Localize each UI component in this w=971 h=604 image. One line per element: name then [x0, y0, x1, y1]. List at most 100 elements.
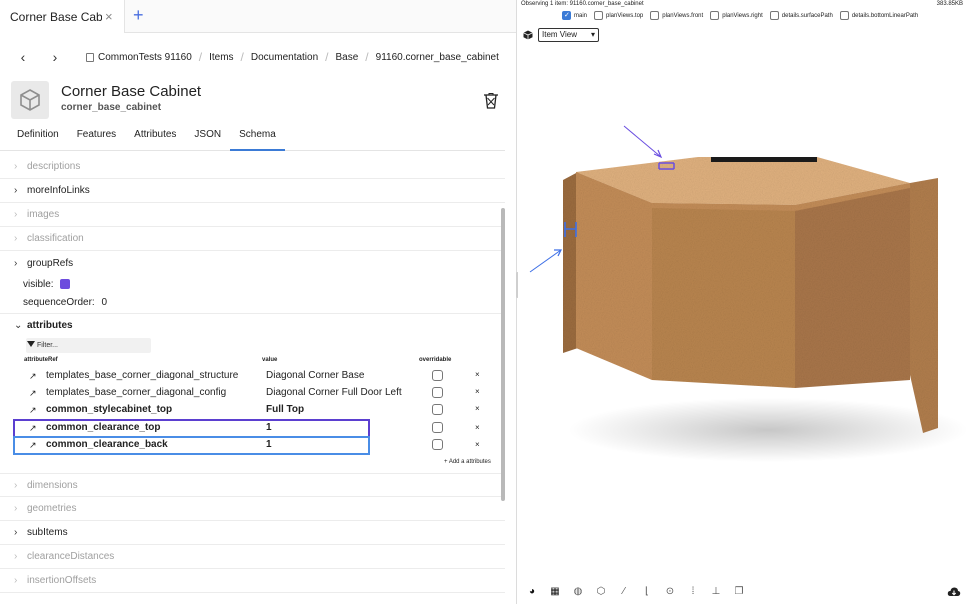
overridable-checkbox[interactable]: [432, 370, 443, 381]
attribute-ref[interactable]: common_clearance_back: [46, 439, 168, 450]
overridable-checkbox[interactable]: [432, 439, 443, 450]
tab-schema[interactable]: Schema: [230, 124, 285, 151]
sequence-order-label: sequenceOrder:: [23, 297, 95, 308]
attribute-row: ↗ templates_base_corner_diagonal_config …: [14, 385, 497, 402]
brush-icon[interactable]: ⁄: [617, 586, 631, 598]
scrollbar[interactable]: [501, 208, 505, 501]
bracket-icon[interactable]: ⌊: [640, 586, 654, 598]
filter-icon: [27, 341, 35, 347]
breadcrumb-project[interactable]: CommonTests 91160: [98, 52, 192, 63]
attribute-value[interactable]: Diagonal Corner Base: [266, 370, 364, 381]
clearance-top-arrow: [623, 125, 662, 158]
external-link-icon[interactable]: ↗: [29, 423, 37, 434]
section-clearancedistances[interactable]: › clearanceDistances: [0, 545, 505, 569]
section-label: images: [27, 209, 60, 220]
section-subitems[interactable]: › subItems: [0, 521, 505, 545]
section-images[interactable]: › images: [0, 203, 505, 227]
back-arrow-icon[interactable]: ‹: [14, 49, 32, 65]
view-check-label: planViews.front: [662, 12, 704, 19]
forward-arrow-icon[interactable]: ›: [46, 49, 64, 65]
view-check-main[interactable]: main: [562, 11, 587, 20]
attribute-ref[interactable]: common_stylecabinet_top: [46, 404, 172, 415]
external-link-icon[interactable]: ↗: [29, 371, 37, 382]
attribute-value[interactable]: 1: [266, 439, 272, 450]
attribute-filter-input[interactable]: Filter...: [26, 338, 151, 353]
view-check-plan-top[interactable]: planViews.top: [594, 11, 643, 20]
cabinet-right-panel: [910, 178, 938, 433]
cabinet-left-panel: [563, 172, 578, 353]
column-header-value: value: [262, 357, 278, 363]
checkbox[interactable]: [650, 11, 660, 20]
dots-icon[interactable]: ⁞: [686, 586, 700, 598]
overridable-checkbox[interactable]: [432, 422, 443, 433]
attribute-ref[interactable]: templates_base_corner_diagonal_config: [46, 387, 226, 398]
tab-features[interactable]: Features: [68, 124, 125, 151]
external-link-icon[interactable]: ↗: [29, 405, 37, 416]
close-icon[interactable]: ×: [105, 9, 113, 24]
chevron-right-icon: ›: [14, 503, 18, 514]
section-attributes[interactable]: ⌄ attributes: [0, 313, 505, 337]
trash-icon[interactable]: [481, 91, 501, 111]
attribute-value[interactable]: 1: [266, 422, 272, 433]
breadcrumb-base[interactable]: Base: [336, 52, 359, 63]
remove-attribute-icon[interactable]: ×: [475, 440, 480, 449]
checkbox[interactable]: [710, 11, 720, 20]
section-label: classification: [27, 233, 84, 244]
external-link-icon[interactable]: ↗: [29, 440, 37, 451]
breadcrumb-items[interactable]: Items: [209, 52, 233, 63]
layers-icon[interactable]: ❐: [732, 586, 746, 598]
remove-attribute-icon[interactable]: ×: [475, 404, 480, 413]
chevron-right-icon: ›: [14, 233, 18, 244]
checkbox[interactable]: [562, 11, 571, 20]
remove-attribute-icon[interactable]: ×: [475, 370, 480, 379]
palette-icon[interactable]: ◕: [525, 586, 539, 598]
sequence-order-property: sequenceOrder: 0: [23, 297, 107, 308]
breadcrumb-documentation[interactable]: Documentation: [251, 52, 318, 63]
hierarchy-icon[interactable]: ⊥: [709, 586, 723, 598]
breadcrumb-current-item[interactable]: 91160.corner_base_cabinet: [376, 52, 499, 63]
cloud-download-icon[interactable]: [947, 586, 961, 598]
attribute-ref[interactable]: templates_base_corner_diagonal_structure: [46, 370, 238, 381]
view-check-plan-right[interactable]: planViews.right: [710, 11, 763, 20]
tab-definition[interactable]: Definition: [0, 124, 68, 151]
section-label: moreInfoLinks: [27, 185, 90, 196]
view-check-surface-path[interactable]: details.surfacePath: [769, 11, 833, 20]
3d-viewer-pane: Observing 1 item: 91160.corner_base_cabi…: [518, 0, 971, 604]
section-classification[interactable]: › classification: [0, 227, 505, 251]
checkbox[interactable]: [839, 11, 849, 20]
grid-icon[interactable]: ▦: [548, 586, 562, 598]
attribute-value[interactable]: Full Top: [266, 404, 304, 415]
compass-icon[interactable]: ◍: [571, 586, 585, 598]
target-icon[interactable]: ⊙: [663, 586, 677, 598]
section-insertionoffsets[interactable]: › insertionOffsets: [0, 569, 505, 593]
section-geometries[interactable]: › geometries: [0, 497, 505, 521]
view-check-plan-front[interactable]: planViews.front: [650, 11, 703, 20]
attribute-ref[interactable]: common_clearance_top: [46, 422, 161, 433]
remove-attribute-icon[interactable]: ×: [475, 423, 480, 432]
external-link-icon[interactable]: ↗: [29, 388, 37, 399]
view-mode-select[interactable]: Item View: [538, 28, 599, 42]
tab-attributes[interactable]: Attributes: [125, 124, 185, 151]
section-dimensions[interactable]: › dimensions: [0, 473, 505, 497]
checkbox[interactable]: [769, 11, 779, 20]
visible-color-swatch[interactable]: [60, 279, 71, 290]
chevron-right-icon: ›: [14, 161, 18, 172]
section-label: attributes: [27, 320, 73, 331]
section-grouprefs[interactable]: › groupRefs: [0, 251, 505, 275]
item-thumbnail: [11, 81, 49, 119]
overridable-checkbox[interactable]: [432, 387, 443, 398]
3d-viewport[interactable]: [518, 45, 971, 580]
section-moreinfolinks[interactable]: › moreInfoLinks: [0, 179, 505, 203]
attribute-value[interactable]: Diagonal Corner Full Door Left: [266, 387, 402, 398]
checkbox[interactable]: [594, 11, 604, 20]
section-descriptions[interactable]: › descriptions: [0, 155, 505, 179]
view-check-bottom-linear-path[interactable]: details.bottomLinearPath: [839, 11, 918, 20]
chevron-right-icon: ›: [14, 527, 18, 538]
remove-attribute-icon[interactable]: ×: [475, 387, 480, 396]
overridable-checkbox[interactable]: [432, 404, 443, 415]
add-tab-icon[interactable]: +: [133, 5, 144, 26]
cube-icon[interactable]: ⬡: [594, 586, 608, 598]
add-attribute-button[interactable]: + Add a attributes: [444, 459, 491, 465]
tab-json[interactable]: JSON: [185, 124, 230, 151]
breadcrumb-separator: /: [198, 50, 203, 64]
